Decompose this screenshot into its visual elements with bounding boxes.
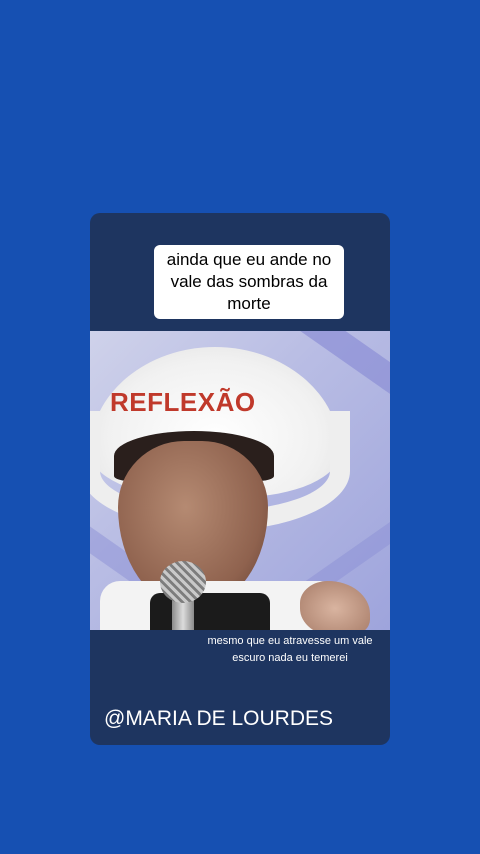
story-card: ainda que eu ande no vale das sombras da… [90, 213, 390, 745]
microphone-icon [160, 561, 206, 603]
microphone-handle [172, 599, 194, 630]
author-handle[interactable]: @MARIA DE LOURDES [104, 707, 333, 731]
hand [300, 581, 370, 630]
overlay-title: REFLEXÃO [110, 387, 256, 417]
top-caption: ainda que eu ande no vale das sombras da… [154, 245, 344, 319]
video-frame[interactable]: REFLEXÃO [90, 331, 390, 630]
bottom-caption: mesmo que eu atravesse um vale escuro na… [207, 635, 373, 664]
